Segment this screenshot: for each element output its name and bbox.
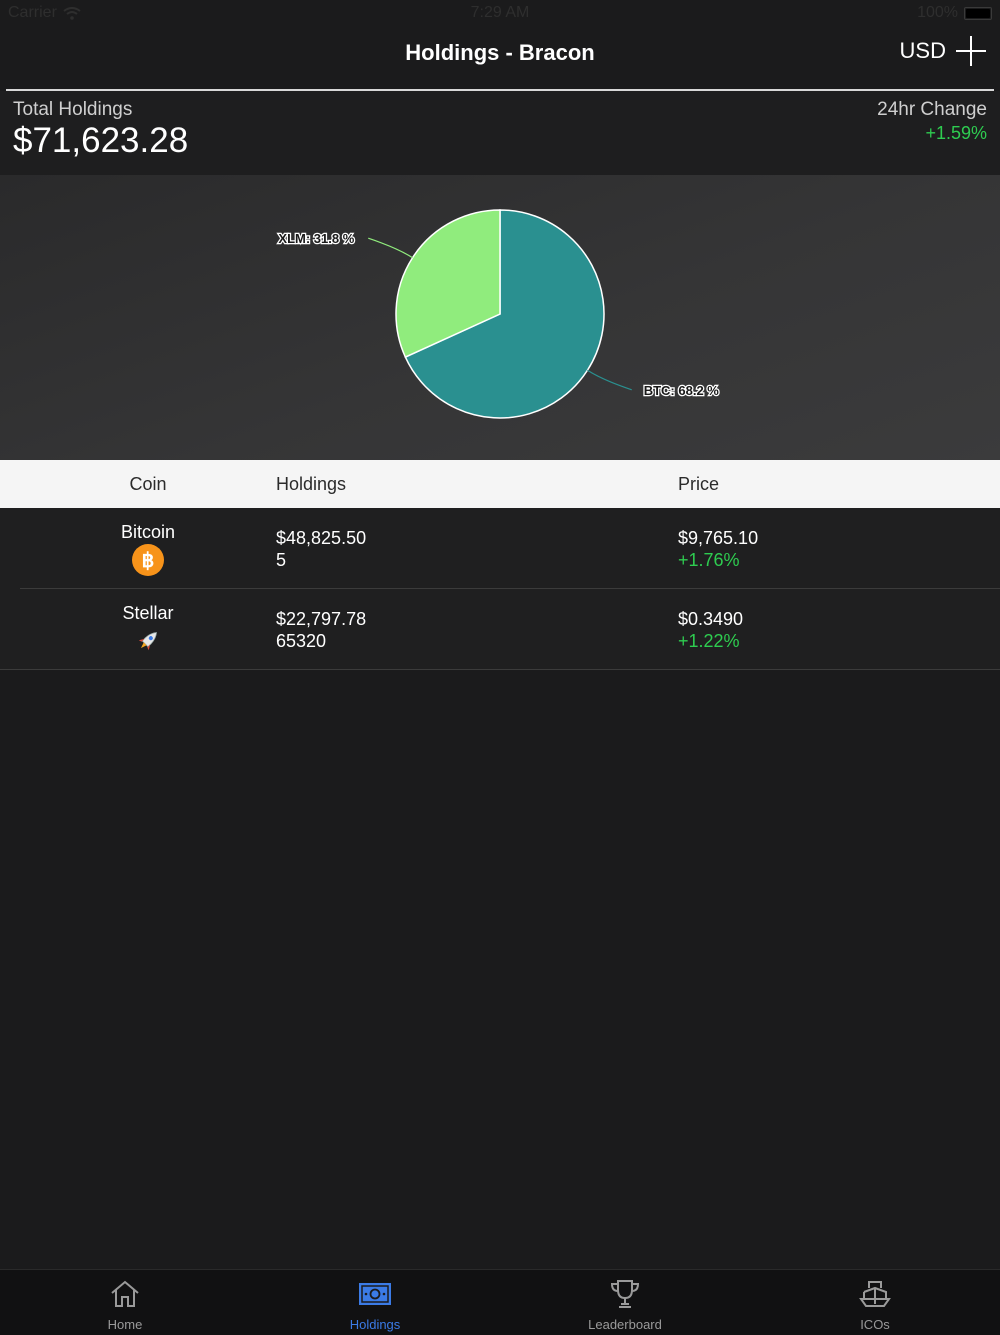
battery-icon — [964, 6, 992, 20]
leader-line-btc — [587, 369, 632, 391]
column-header-price: Price — [678, 474, 720, 494]
row-divider — [0, 669, 1000, 670]
holdings-value: $48,825.50 — [276, 528, 367, 548]
holdings-table: Bitcoin ฿ $48,825.50 5 $9,765.10 +1.76% … — [0, 508, 1000, 670]
battery-indicator: 100% — [917, 4, 992, 22]
tab-bar: Home Holdings Leaderboard ICOs — [0, 1269, 1000, 1335]
tab-home[interactable]: Home — [0, 1270, 250, 1335]
page-title: Holdings - Bracon — [405, 40, 595, 65]
navigation-bar: Holdings - Bracon USD — [0, 26, 1000, 90]
add-icon[interactable] — [956, 36, 986, 66]
tab-icos[interactable]: ICOs — [750, 1270, 1000, 1335]
holdings-amount: 5 — [276, 550, 287, 570]
coin-price: $0.3490 — [678, 609, 744, 629]
currency-selector[interactable]: USD — [900, 38, 946, 64]
tab-leaderboard[interactable]: Leaderboard — [500, 1270, 750, 1335]
total-holdings-label: Total Holdings — [13, 99, 133, 120]
tab-label: Holdings — [349, 1317, 401, 1332]
holdings-pie-chart: BTC: 68.2 % XLM: 31.8 % — [0, 175, 1000, 460]
column-header-holdings: Holdings — [276, 474, 347, 494]
pie-label-xlm: XLM: 31.8 % — [278, 231, 354, 246]
ship-icon — [859, 1281, 891, 1307]
nav-actions: USD — [900, 36, 986, 66]
coin-name: Stellar — [122, 603, 174, 623]
tab-label: Leaderboard — [588, 1317, 662, 1332]
pie-label-btc: BTC: 68.2 % — [644, 383, 720, 398]
table-row[interactable]: Stellar $22,797.78 65320 $0.3490 +1.22% — [0, 589, 1000, 670]
svg-text:฿: ฿ — [142, 550, 155, 572]
coin-name: Bitcoin — [120, 522, 176, 542]
change-label: 24hr Change — [877, 99, 987, 120]
bitcoin-icon: ฿ — [132, 544, 164, 576]
tab-holdings[interactable]: Holdings — [250, 1270, 500, 1335]
trophy-icon — [610, 1280, 640, 1308]
price-change: +1.76% — [678, 550, 740, 570]
holdings-amount: 65320 — [276, 631, 327, 651]
total-holdings-value: $71,623.28 — [13, 121, 189, 160]
tab-label: Home — [107, 1317, 143, 1332]
tab-label: ICOs — [860, 1317, 890, 1332]
home-icon — [111, 1280, 139, 1307]
leader-line-xlm — [368, 237, 413, 259]
price-change: +1.22% — [678, 631, 740, 651]
holdings-value: $22,797.78 — [276, 609, 367, 629]
table-header: Coin Holdings Price — [0, 460, 1000, 508]
column-header-coin: Coin — [129, 474, 167, 494]
stellar-rocket-icon — [138, 632, 157, 651]
holdings-summary: Total Holdings $71,623.28 24hr Change +1… — [0, 91, 1000, 175]
status-time: 7:29 AM — [470, 4, 530, 21]
change-value: +1.59% — [925, 123, 987, 143]
status-bar: Carrier 7:29 AM 100% — [0, 0, 1000, 26]
money-icon — [359, 1283, 391, 1305]
coin-price: $9,765.10 — [678, 528, 759, 548]
pie-chart-svg: BTC: 68.2 % XLM: 31.8 % — [277, 209, 721, 419]
battery-percent: 100% — [917, 4, 958, 21]
table-row[interactable]: Bitcoin ฿ $48,825.50 5 $9,765.10 +1.76% — [0, 508, 1000, 589]
